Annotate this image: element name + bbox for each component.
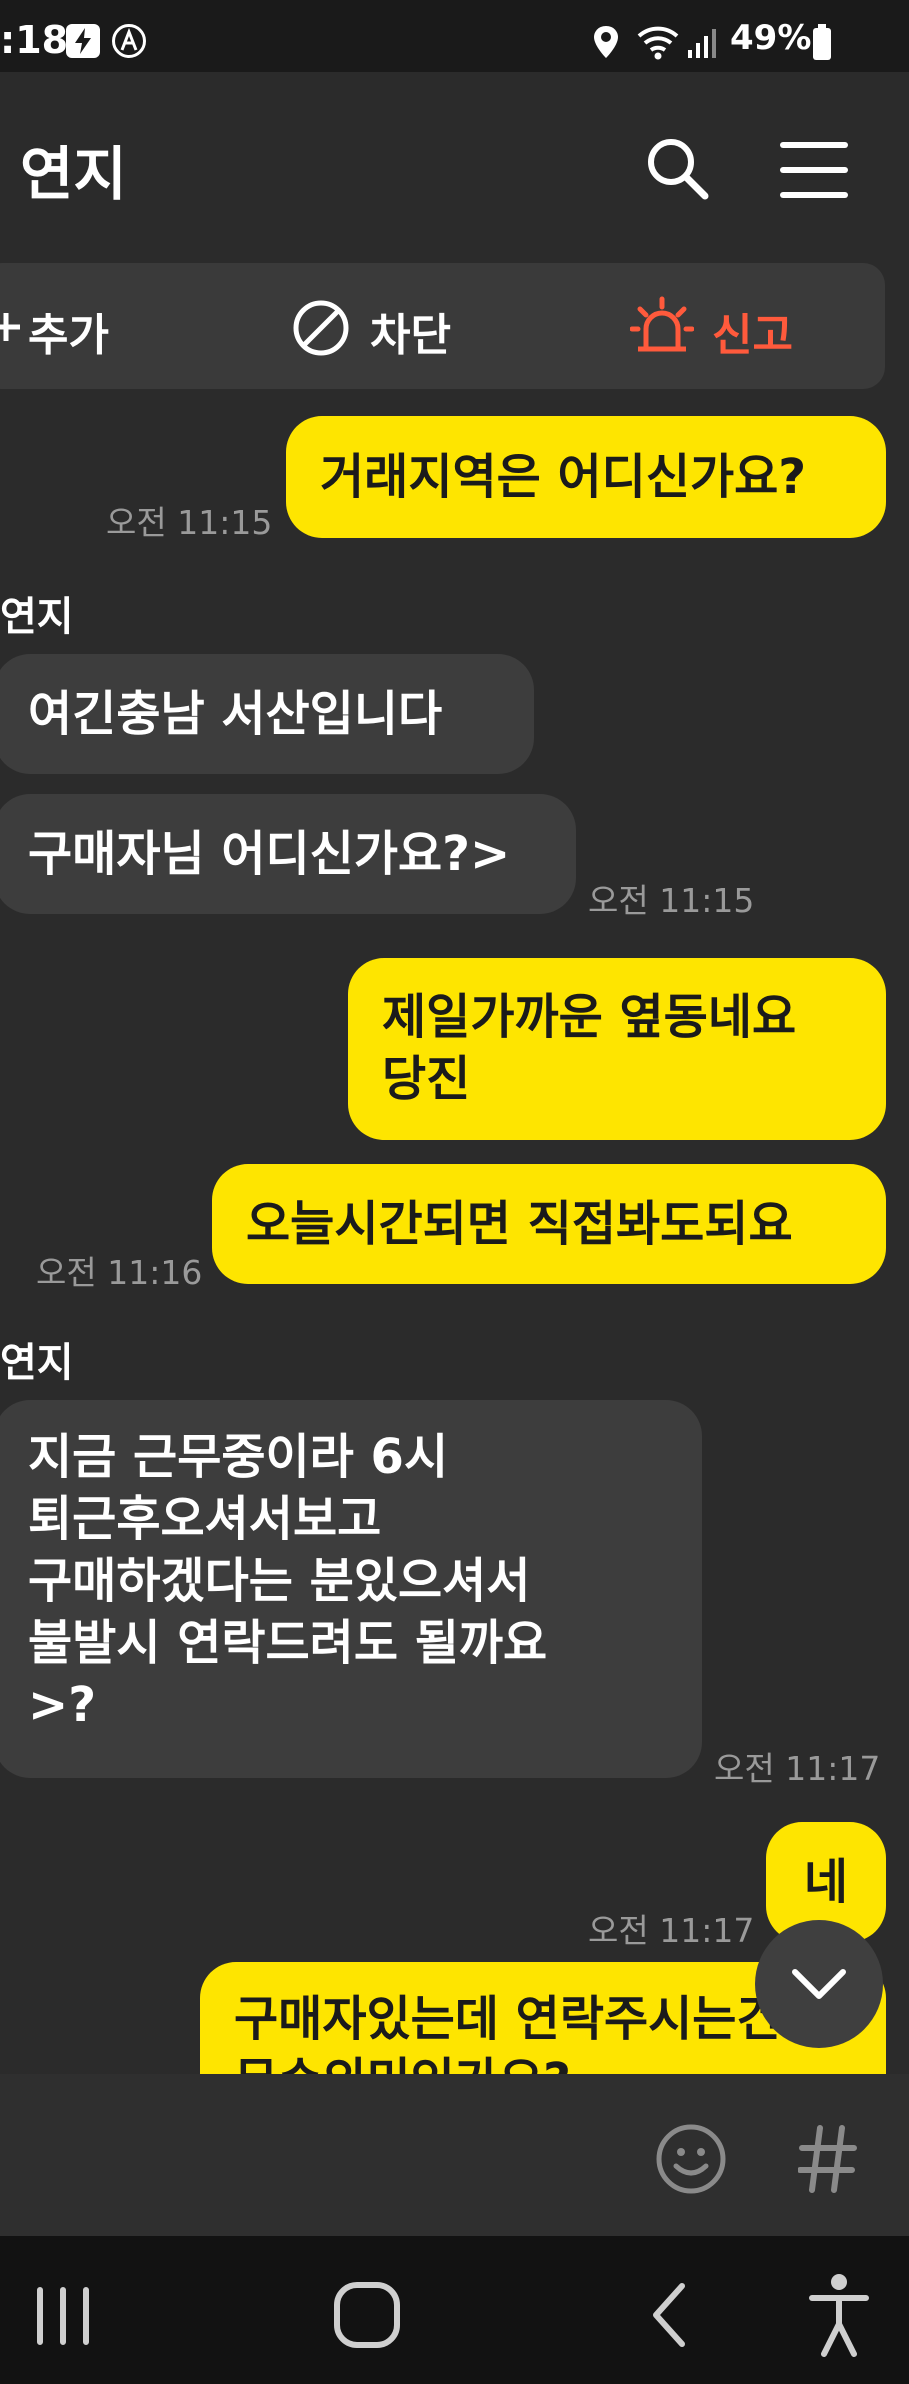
siren-icon	[630, 296, 694, 352]
system-navigation-bar	[0, 2236, 909, 2384]
a-icon	[112, 24, 146, 58]
recent-apps-icon[interactable]	[30, 2286, 96, 2346]
message-time: 오전 11:15	[106, 503, 273, 542]
message-time: 오전 11:17	[714, 1749, 881, 1788]
block-icon	[293, 300, 349, 356]
message-text: 구매자님 어디신가요?>	[28, 826, 511, 882]
status-bar: :18 49%	[0, 0, 909, 72]
block-label: 차단	[370, 310, 451, 361]
chat-title: 연지	[20, 140, 127, 208]
chat-header: 연지	[0, 72, 909, 262]
scroll-to-bottom-button[interactable]	[755, 1920, 883, 2048]
message-text: 오늘시간되면 직접봐도되요	[246, 1196, 793, 1252]
wifi-icon	[637, 26, 679, 60]
message-time: 오전 11:15	[588, 881, 755, 920]
signal-icon	[688, 29, 716, 58]
sender-name: 연지	[0, 594, 74, 640]
their-message-bubble[interactable]: 여긴충남 서산입니다	[0, 654, 534, 774]
battery-icon	[813, 24, 831, 60]
search-icon[interactable]	[645, 136, 711, 202]
my-message-bubble[interactable]: 제일가까운 옆동네요 당진	[348, 958, 886, 1140]
message-text-line: 불발시 연락드려도 될까요	[28, 1615, 548, 1671]
location-icon	[594, 26, 618, 58]
message-text-line: 구매하겠다는 분있으셔서	[28, 1553, 531, 1609]
message-text-line: 무슨의미인가요?	[234, 2050, 852, 2074]
my-message-bubble[interactable]: 오늘시간되면 직접봐도되요	[212, 1164, 886, 1284]
their-message-bubble[interactable]: 구매자님 어디신가요?>	[0, 794, 576, 914]
sender-name: 연지	[0, 1340, 74, 1386]
chevron-down-icon	[792, 1969, 846, 1999]
emoji-icon[interactable]	[654, 2122, 728, 2196]
my-message-bubble[interactable]: 거래지역은 어디신가요?	[286, 416, 886, 538]
battery-percent: 49%	[730, 18, 812, 58]
message-time: 오전 11:17	[588, 1911, 755, 1950]
message-text-line: 당진	[382, 1051, 471, 1107]
add-friend-label: 추가	[28, 310, 109, 361]
accessibility-icon[interactable]	[808, 2272, 870, 2358]
plus-icon	[0, 313, 20, 341]
message-text-line: 퇴근후오셔서보고	[28, 1491, 382, 1547]
friend-action-bar: 추가 차단 신고	[0, 263, 885, 389]
home-icon[interactable]	[332, 2280, 402, 2350]
their-message-bubble[interactable]: 지금 근무중이라 6시 퇴근후오셔서보고 구매하겠다는 분있으셔서 불발시 연락…	[0, 1400, 702, 1778]
message-text-line: >?	[28, 1677, 97, 1733]
flash-icon	[66, 24, 100, 58]
message-text-line: 지금 근무중이라 6시	[28, 1429, 449, 1485]
message-text: 여긴충남 서산입니다	[28, 686, 443, 742]
message-text: 거래지역은 어디신가요?	[320, 449, 807, 505]
back-icon[interactable]	[644, 2280, 694, 2350]
message-text-line: 제일가까운 옆동네요	[382, 989, 797, 1045]
message-time: 오전 11:16	[36, 1253, 203, 1292]
hashtag-icon[interactable]	[798, 2124, 858, 2194]
status-time: :18	[0, 18, 69, 62]
report-label: 신고	[712, 310, 793, 361]
message-text: 네	[803, 1854, 849, 1910]
message-input-bar[interactable]	[0, 2074, 909, 2236]
